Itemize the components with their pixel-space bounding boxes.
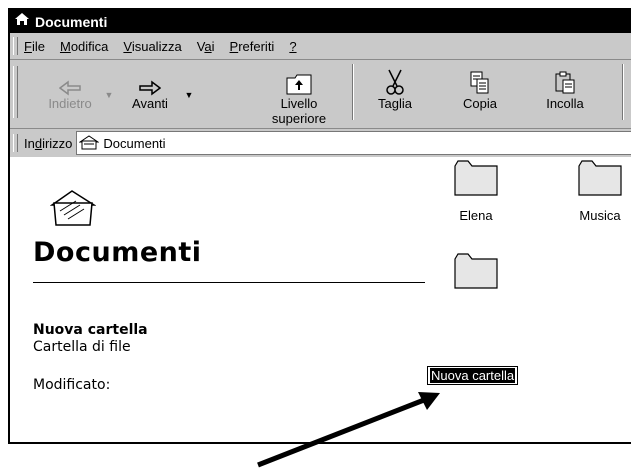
pointer-arrow-annotation bbox=[257, 392, 440, 468]
